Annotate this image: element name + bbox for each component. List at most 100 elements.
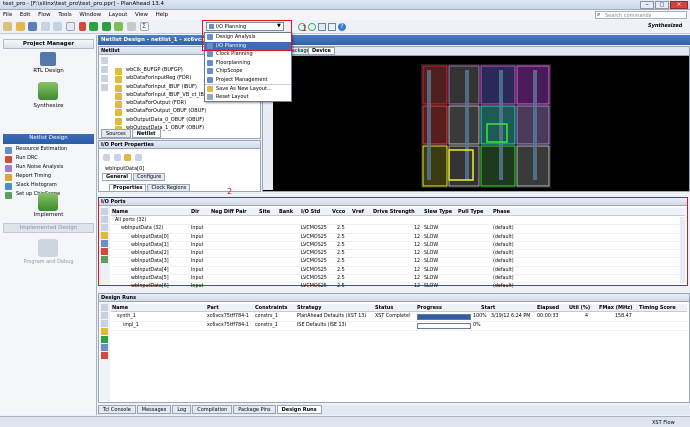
- stop-icon[interactable]: [126, 22, 136, 31]
- menu-window[interactable]: Window: [76, 10, 104, 18]
- col-neg-diff-pair[interactable]: Neg Diff Pair: [211, 209, 247, 215]
- add-run-icon[interactable]: [101, 328, 108, 335]
- tab-tcl-console[interactable]: Tcl Console: [98, 405, 136, 414]
- rtl-design-icon[interactable]: [40, 52, 56, 66]
- tab-package-pins[interactable]: Package Pins: [233, 405, 276, 414]
- unplace-icon[interactable]: [101, 248, 108, 255]
- rtl-design-label[interactable]: RTL Design: [3, 68, 94, 74]
- menu-item-project-management[interactable]: Project Management: [205, 76, 291, 85]
- table-row[interactable]: wbInputData[3] Input LVCMOS25 2.5 12 SLOW (def…: [111, 258, 679, 267]
- open-icon[interactable]: [15, 22, 25, 31]
- search-icon[interactable]: [101, 208, 108, 215]
- col-name[interactable]: Name: [112, 305, 128, 311]
- menu-item-save-as-new-layout[interactable]: Save As New Layout...: [205, 84, 291, 93]
- collapse-icon[interactable]: [101, 312, 108, 319]
- col-fmax[interactable]: FMax (MHz): [599, 305, 632, 311]
- col-constraints[interactable]: Constraints: [255, 305, 288, 311]
- menu-edit[interactable]: Edit: [17, 10, 34, 18]
- list-item[interactable]: wbDataForOutput_OBUF (OBUF): [113, 108, 258, 117]
- expand-icon[interactable]: [101, 66, 108, 73]
- io-ports-scrollbar[interactable]: [680, 217, 685, 283]
- resource-estimation-item[interactable]: Resource Estimation: [3, 146, 94, 155]
- col-strategy[interactable]: Strategy: [297, 305, 321, 311]
- copy-icon[interactable]: [65, 22, 75, 31]
- col-part[interactable]: Part: [207, 305, 219, 311]
- table-row[interactable]: wbInputData[5] Input LVCMOS25 2.5 12 SLOW (def…: [111, 275, 679, 284]
- implement-icon[interactable]: [38, 193, 58, 211]
- place-icon[interactable]: [101, 240, 108, 247]
- synthesize-label[interactable]: Synthesize: [3, 103, 94, 109]
- forward-icon[interactable]: [113, 154, 121, 161]
- menu-help[interactable]: Help: [153, 10, 172, 18]
- zoom-out-icon[interactable]: [308, 23, 316, 31]
- step-icon[interactable]: [114, 22, 124, 31]
- menu-item-clock-planning[interactable]: Clock Planning: [205, 50, 291, 59]
- run-icon[interactable]: [89, 22, 99, 31]
- table-row[interactable]: wbInputData[2] Input LVCMOS25 2.5 12 SLOW (def…: [111, 250, 679, 259]
- col-vcco[interactable]: Vcco: [332, 209, 345, 215]
- menu-item-reset-layout[interactable]: Reset Layout: [205, 93, 291, 102]
- slack-histogram-item[interactable]: Slack Histogram: [3, 182, 94, 191]
- tab-netlist[interactable]: Netlist: [131, 129, 161, 138]
- project-manager-button[interactable]: Project Manager: [3, 39, 94, 49]
- auto-place-icon[interactable]: [101, 256, 108, 263]
- netlist-design-section[interactable]: Netlist Design: [3, 134, 94, 144]
- expand-icon[interactable]: [101, 320, 108, 327]
- run-noise-analysis-item[interactable]: Run Noise Analysis: [3, 164, 94, 173]
- sigma-icon[interactable]: Σ: [139, 22, 149, 31]
- minimize-button[interactable]: –: [640, 1, 654, 9]
- port-icon[interactable]: [124, 154, 132, 161]
- menu-file[interactable]: File: [0, 10, 15, 18]
- tab-log[interactable]: Log: [172, 405, 192, 414]
- save-icon[interactable]: [28, 22, 38, 31]
- new-project-icon[interactable]: [3, 22, 12, 31]
- col-start[interactable]: Start: [481, 305, 495, 311]
- table-row[interactable]: wbInputData[6] Input LVCMOS25 2.5 12 SLOW (def…: [111, 283, 679, 292]
- reset-run-icon[interactable]: [101, 344, 108, 351]
- menu-layout[interactable]: Layout: [106, 10, 131, 18]
- table-row[interactable]: wbInputData[0] Input LVCMOS25 2.5 12 SLOW (def…: [111, 234, 679, 242]
- col-site[interactable]: Site: [259, 209, 270, 215]
- col-status[interactable]: Status: [375, 305, 393, 311]
- program-debug-label[interactable]: Program and Debug: [3, 259, 94, 265]
- properties-icon[interactable]: [101, 84, 108, 91]
- search-icon[interactable]: [101, 304, 108, 311]
- col-pull-type[interactable]: Pull Type: [458, 209, 483, 215]
- tab-design-runs[interactable]: Design Runs: [276, 405, 322, 414]
- tab-configure[interactable]: Configure: [133, 173, 166, 181]
- help-icon[interactable]: ?: [338, 23, 346, 31]
- search-field[interactable]: ⌕ Search commands: [595, 11, 687, 19]
- delete-run-icon[interactable]: [101, 352, 108, 359]
- col-phase[interactable]: Phase: [493, 209, 510, 215]
- filter-icon[interactable]: [101, 75, 108, 82]
- menu-view[interactable]: View: [132, 10, 151, 18]
- col-elapsed[interactable]: Elapsed: [537, 305, 559, 311]
- back-icon[interactable]: [103, 154, 110, 161]
- table-row[interactable]: wbInputData (32) Input LVCMOS25 2.5 12 SLOW (d…: [111, 225, 679, 234]
- col-progress[interactable]: Progress: [417, 305, 442, 311]
- tab-clock-regions[interactable]: Clock Regions: [147, 184, 191, 192]
- refresh-icon[interactable]: [134, 154, 142, 161]
- launch-run-icon[interactable]: [101, 336, 108, 343]
- tab-messages[interactable]: Messages: [136, 405, 172, 414]
- col-timing-score[interactable]: Timing Score: [639, 305, 676, 311]
- program-debug-icon[interactable]: [38, 239, 58, 257]
- col-name[interactable]: Name: [112, 209, 128, 215]
- implemented-design-section[interactable]: Implemented Design: [3, 223, 94, 233]
- redo-icon[interactable]: [53, 22, 63, 31]
- expand-all-icon[interactable]: [101, 216, 108, 223]
- col-io-std[interactable]: I/O Std: [301, 209, 320, 215]
- select-icon[interactable]: [328, 23, 336, 31]
- menu-tools[interactable]: Tools: [55, 10, 75, 18]
- implement-label[interactable]: Implement: [3, 212, 94, 218]
- col-bank[interactable]: Bank: [279, 209, 293, 215]
- undo-icon[interactable]: [40, 22, 50, 31]
- menu-item-floorplanning[interactable]: Floorplanning: [205, 59, 291, 68]
- delete-icon[interactable]: [78, 22, 86, 31]
- maximize-button[interactable]: □: [655, 1, 669, 9]
- tab-device[interactable]: Device: [308, 47, 335, 55]
- table-row[interactable]: impl_1 xc6vcx75tff784-1 constrs_1 ISE De…: [111, 322, 687, 331]
- group-icon[interactable]: [101, 232, 108, 239]
- run-all-icon[interactable]: [101, 22, 111, 31]
- tab-properties[interactable]: Properties: [109, 184, 147, 192]
